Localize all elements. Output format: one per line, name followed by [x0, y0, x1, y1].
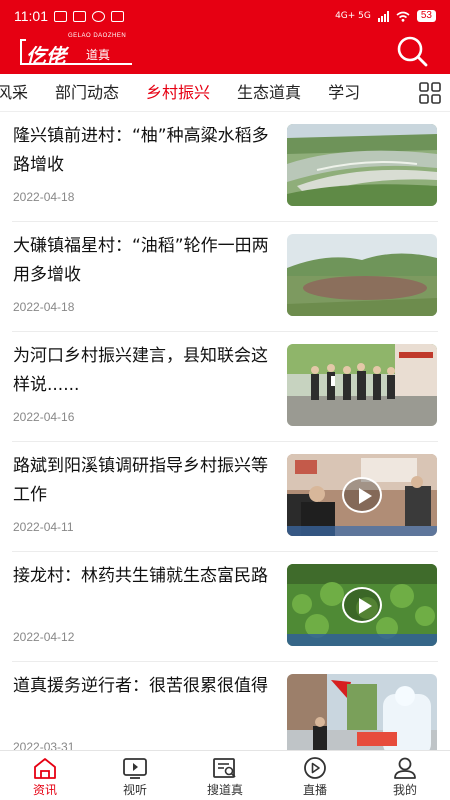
news-list: 隆兴镇前进村：“柚”种高粱水稻多路增收 2022-04-18 大磏镇福星村：“油…	[0, 112, 450, 750]
news-title: 大磏镇福星村：“油稻”轮作一田两用多增收	[13, 236, 269, 285]
logo-main-text: 仡佬	[26, 44, 66, 68]
nav-label: 搜道真	[206, 783, 243, 797]
nav-profile[interactable]: 我的	[360, 751, 450, 800]
user-icon	[392, 756, 418, 780]
tab-fade	[384, 74, 412, 111]
bottom-navigation: 资讯 视听 搜道真 直播 我的	[0, 750, 450, 800]
tab-study[interactable]: 学习	[328, 74, 360, 111]
news-title: 道真援务逆行者：很苦很累很值得	[13, 676, 268, 696]
logo-underline	[20, 63, 132, 65]
tab-ecology-daozhen[interactable]: 生态道真	[237, 74, 301, 111]
news-date: 2022-04-18	[13, 190, 75, 204]
news-thumbnail-terraced-fields	[287, 124, 437, 206]
news-thumbnail-meeting-video[interactable]	[287, 454, 437, 536]
logo-small-text: GELAO DAOZHEN	[68, 33, 127, 39]
grid-icon	[419, 82, 441, 104]
search-icon	[397, 36, 428, 67]
search-button[interactable]	[394, 33, 430, 69]
category-tabbar: 风采 部门动态 乡村振兴 生态道真 学习	[0, 74, 450, 112]
logo-sub-text: 道真	[86, 48, 111, 62]
search-news-icon	[212, 756, 238, 780]
news-title: 接龙村：林药共生铺就生态富民路	[13, 566, 268, 586]
news-date: 2022-04-12	[13, 630, 75, 644]
nav-search-daozhen[interactable]: 搜道真	[180, 751, 270, 800]
more-tabs-button[interactable]	[410, 74, 450, 111]
category-tabs: 风采 部门动态 乡村振兴 生态道真 学习	[0, 74, 387, 111]
news-title: 隆兴镇前进村：“柚”种高粱水稻多路增收	[13, 126, 269, 175]
network-type: 4G+ 5G	[335, 11, 371, 21]
app-logo: GELAO DAOZHEN 仡佬 道真	[20, 33, 134, 69]
play-video-icon[interactable]	[342, 477, 382, 513]
home-icon	[32, 756, 58, 780]
tab-rural-revitalization[interactable]: 乡村振兴	[146, 74, 210, 111]
message-notification-icon	[54, 10, 67, 22]
news-item[interactable]: 接龙村：林药共生铺就生态富民路 2022-04-12	[0, 552, 450, 662]
news-date: 2022-04-11	[13, 520, 74, 534]
news-date: 2022-03-31	[13, 740, 75, 750]
image-notification-icon	[111, 10, 124, 22]
status-time: 11:01	[14, 8, 48, 24]
alert-notification-icon	[92, 10, 105, 22]
wifi-icon	[396, 11, 410, 22]
news-title: 为河口乡村振兴建言，县知联会这样说......	[13, 346, 268, 395]
news-item[interactable]: 路斌到阳溪镇调研指导乡村振兴等工作 2022-04-11	[0, 442, 450, 552]
nav-live[interactable]: 直播	[270, 751, 360, 800]
app-header: GELAO DAOZHEN 仡佬 道真	[0, 32, 450, 74]
nav-label: 视听	[122, 783, 147, 797]
news-date: 2022-04-18	[13, 300, 75, 314]
news-title: 路斌到阳溪镇调研指导乡村振兴等工作	[13, 456, 268, 505]
nav-audiovisual[interactable]: 视听	[90, 751, 180, 800]
app-screen: 11:01 4G+ 5G 53 GELAO DAOZHEN 仡佬 道真 风采 部…	[0, 0, 450, 800]
news-item[interactable]: 大磏镇福星村：“油稻”轮作一田两用多增收 2022-04-18	[0, 222, 450, 332]
news-thumbnail-farmland	[287, 234, 437, 316]
news-thumbnail-medical-workers	[287, 674, 437, 750]
app-notification-icon	[73, 10, 86, 22]
play-video-icon[interactable]	[342, 587, 382, 623]
news-item[interactable]: 道真援务逆行者：很苦很累很值得 2022-03-31	[0, 662, 450, 750]
news-item[interactable]: 隆兴镇前进村：“柚”种高粱水稻多路增收 2022-04-18	[0, 112, 450, 222]
tab-fengcai[interactable]: 风采	[0, 74, 28, 111]
status-bar: 11:01 4G+ 5G 53	[0, 0, 450, 32]
nav-label: 资讯	[32, 783, 57, 797]
news-thumbnail-herb-field-video[interactable]	[287, 564, 437, 646]
tab-department-news[interactable]: 部门动态	[55, 74, 119, 111]
news-date: 2022-04-16	[13, 410, 75, 424]
nav-label: 直播	[302, 783, 327, 797]
battery-level: 53	[416, 10, 436, 22]
signal-icon	[377, 10, 389, 22]
nav-label: 我的	[392, 783, 417, 797]
tv-icon	[122, 756, 148, 780]
news-thumbnail-group-walking	[287, 344, 437, 426]
live-play-icon	[302, 756, 328, 780]
news-item[interactable]: 为河口乡村振兴建言，县知联会这样说...... 2022-04-16	[0, 332, 450, 442]
nav-news[interactable]: 资讯	[0, 751, 90, 800]
